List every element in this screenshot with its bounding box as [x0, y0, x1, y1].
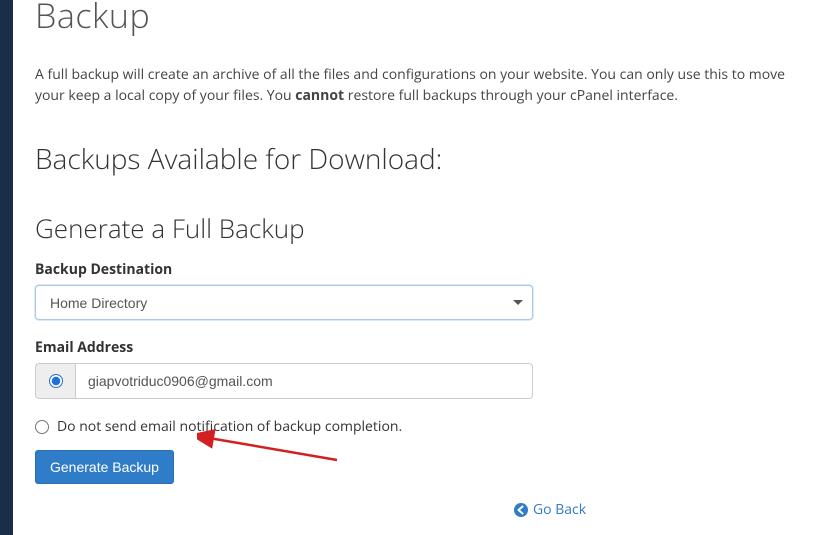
- description-post: restore full backups through your cPanel…: [344, 86, 678, 105]
- page-description: A full backup will create an archive of …: [35, 64, 793, 106]
- send-email-radio-cell: [35, 363, 75, 399]
- description-bold: cannot: [295, 86, 344, 105]
- email-field[interactable]: [75, 363, 533, 399]
- email-address-label: Email Address: [35, 338, 793, 357]
- sidebar-stripe: [0, 0, 13, 535]
- arrow-left-circle-icon: [513, 502, 529, 518]
- no-email-radio-row: Do not send email notification of backup…: [35, 417, 793, 436]
- email-input-row: [35, 363, 533, 399]
- send-email-radio[interactable]: [49, 374, 63, 388]
- page-title: Backup: [35, 0, 793, 38]
- backup-destination-label: Backup Destination: [35, 260, 793, 279]
- email-address-group: Email Address: [35, 338, 793, 399]
- backup-destination-select[interactable]: Home Directory: [35, 285, 533, 320]
- no-email-label: Do not send email notification of backup…: [57, 417, 402, 436]
- available-backups-heading: Backups Available for Download:: [35, 140, 793, 178]
- main-content: Backup A full backup will create an arch…: [13, 0, 815, 535]
- generate-full-backup-heading: Generate a Full Backup: [35, 210, 793, 246]
- go-back-label: Go Back: [533, 500, 586, 519]
- backup-destination-select-wrap: Home Directory: [35, 285, 533, 320]
- go-back-link[interactable]: Go Back: [513, 500, 586, 519]
- generate-backup-button[interactable]: Generate Backup: [35, 450, 174, 484]
- no-email-radio[interactable]: [35, 420, 49, 434]
- backup-destination-group: Backup Destination Home Directory: [35, 260, 793, 320]
